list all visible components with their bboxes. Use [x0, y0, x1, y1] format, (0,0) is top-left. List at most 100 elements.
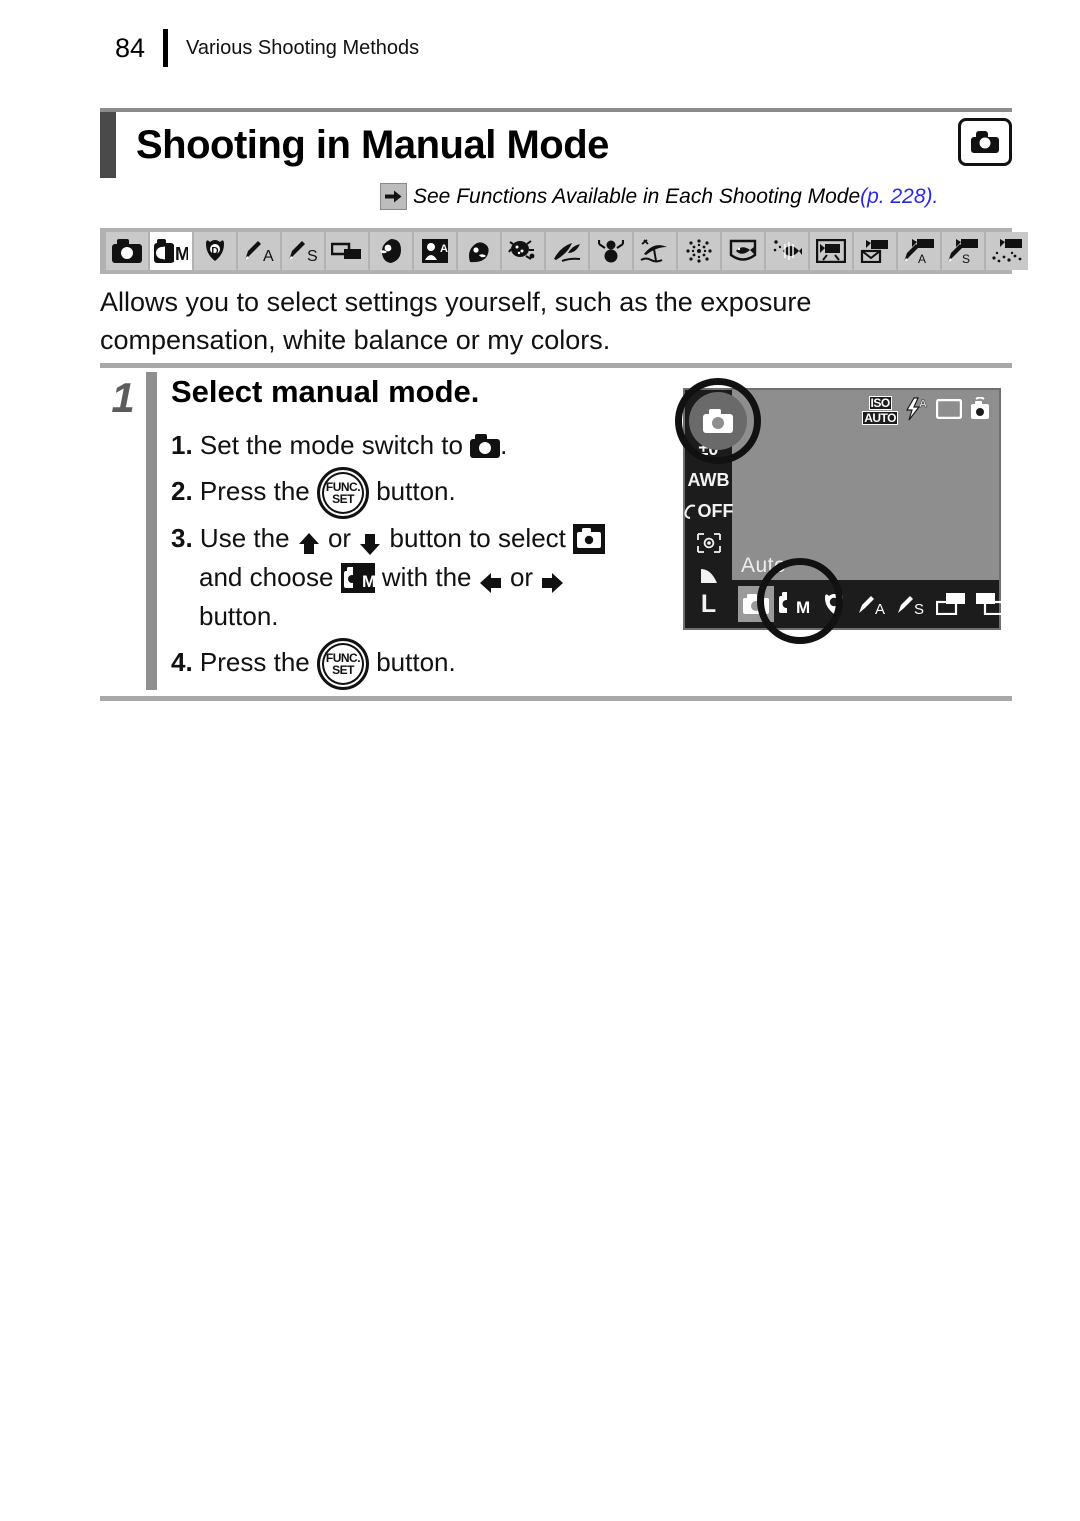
metering-mode-icon[interactable]: [696, 527, 722, 558]
mode-tile-manual-cm-icon[interactable]: M: [150, 232, 192, 270]
substep-3-number: 3.: [171, 523, 193, 554]
title-row: Shooting in Manual Mode: [100, 112, 1012, 178]
lcd-mode-stitch-right-icon[interactable]: [972, 586, 1008, 622]
mode-tile-night-snapshot-icon[interactable]: A: [414, 232, 456, 270]
svg-text:A: A: [440, 243, 448, 255]
arrow-right-icon: [540, 567, 564, 594]
camera-icon: [470, 430, 501, 458]
manual-cm-icon: M: [340, 563, 376, 594]
image-size-icon[interactable]: L: [701, 589, 716, 620]
func-set-line2: SET: [332, 492, 354, 507]
arrow-up-icon: [297, 528, 321, 555]
select-camera-icon: [573, 524, 606, 555]
svg-text:A: A: [919, 398, 927, 410]
lcd-mode-manual-cm-icon[interactable]: M: [777, 586, 813, 622]
substep-4-text-after: button.: [368, 647, 456, 678]
substep-3c-text: button.: [199, 601, 279, 632]
intro-paragraph: Allows you to select settings yourself, …: [100, 287, 812, 355]
mode-tile-movie-compact-icon[interactable]: [854, 232, 896, 270]
mode-tile-aquarium-icon[interactable]: [722, 232, 764, 270]
cross-reference-page-link[interactable]: (p. 228).: [860, 185, 938, 209]
substep-3b-middle-1: with the: [374, 562, 479, 593]
substep-2-text-before: Press the: [199, 476, 317, 506]
lcd-mode-bar: M A S: [732, 580, 1005, 628]
iso-label: ISO: [868, 396, 892, 410]
arrow-down-icon: [358, 528, 382, 556]
substep-4: 4. Press the FUNC. SET button.: [171, 636, 1012, 691]
mode-tile-movie-color-swap-icon[interactable]: S: [942, 232, 984, 270]
my-colors-off-icon[interactable]: OFF: [684, 496, 734, 527]
title-accent-bar: [100, 112, 116, 178]
compression-quality-icon[interactable]: [697, 558, 721, 589]
substep-1-text-before: Set the mode switch to: [199, 430, 471, 460]
camera-shake-warning-icon: [969, 396, 991, 426]
mode-tile-kids-and-pets-icon[interactable]: [458, 232, 500, 270]
section-title: Various Shooting Methods: [186, 37, 420, 59]
manual-page: 84 Various Shooting Methods Shooting in …: [0, 0, 1080, 1521]
mode-tile-auto-camera-icon[interactable]: [106, 232, 148, 270]
lcd-mode-stitch-left-icon[interactable]: [933, 586, 969, 622]
substep-4-text-before: Press the: [199, 647, 317, 678]
header-divider: [163, 29, 169, 67]
lcd-screen-illustration: ±0 AWB OFF L ISO AUTO A Auto M A S: [675, 378, 1005, 644]
step-number: 1: [111, 374, 135, 421]
step-bottom-rule: [100, 696, 1012, 702]
arrow-right-icon: [380, 183, 407, 210]
substep-1-text-after: .: [500, 430, 508, 460]
substep-1-number: 1.: [171, 430, 193, 460]
func-set-button[interactable]: FUNC. SET: [316, 467, 369, 520]
iso-value: AUTO: [862, 411, 898, 425]
substep-3b-text-before: and choose: [199, 562, 341, 593]
svg-text:M: M: [796, 598, 810, 616]
svg-text:S: S: [307, 248, 318, 264]
substep-3-middle-1: or: [320, 523, 359, 554]
page-number: 84: [115, 32, 146, 63]
page-title: Shooting in Manual Mode: [136, 122, 609, 167]
substep-3-text-before: Use the: [199, 523, 297, 554]
substep-3b-middle-2: or: [502, 562, 541, 593]
white-balance-icon[interactable]: AWB: [688, 465, 730, 496]
svg-text:A: A: [263, 248, 274, 264]
mode-tile-digital-macro-icon[interactable]: D: [194, 232, 236, 270]
mode-tile-foliage-icon[interactable]: [546, 232, 588, 270]
mode-tile-shutter-priority-a-icon[interactable]: A: [238, 232, 280, 270]
step-accent-bar: [146, 372, 157, 691]
mode-tile-beach-icon[interactable]: [634, 232, 676, 270]
iso-auto-icon: ISO AUTO: [862, 396, 898, 426]
mode-tile-indoor-icon[interactable]: [502, 232, 544, 270]
mode-tile-fireworks-icon[interactable]: [678, 232, 720, 270]
mode-tile-shutter-priority-s-icon[interactable]: S: [282, 232, 324, 270]
image-size-label: L: [700, 590, 717, 618]
flash-auto-icon: A: [905, 396, 929, 426]
svg-text:S: S: [962, 252, 970, 264]
cross-reference[interactable]: See Functions Available in Each Shooting…: [380, 183, 938, 210]
mode-tile-portrait-icon[interactable]: [370, 232, 412, 270]
mode-tile-snow-icon[interactable]: [590, 232, 632, 270]
svg-text:M: M: [175, 244, 188, 263]
lcd-mode-label: Auto: [741, 554, 787, 577]
svg-text:M: M: [362, 572, 375, 591]
substep-2-text-after: button.: [368, 476, 456, 506]
drive-single-icon: [935, 398, 963, 424]
lcd-mode-digital-macro-icon[interactable]: [816, 586, 852, 622]
step-top-rule: [100, 363, 1012, 368]
mode-tile-movie-standard-icon[interactable]: [810, 232, 852, 270]
mode-tile-underwater-icon[interactable]: [766, 232, 808, 270]
mode-tile-stitch-assist-icon[interactable]: [326, 232, 368, 270]
running-header: 84 Various Shooting Methods: [115, 28, 419, 68]
func-set-button[interactable]: FUNC. SET: [316, 638, 369, 691]
lcd-mode-s-icon[interactable]: S: [894, 586, 930, 622]
svg-text:A: A: [918, 252, 926, 264]
shooting-mode-strip: M D A S A A S: [100, 228, 1028, 274]
svg-text:A: A: [875, 601, 885, 616]
svg-text:D: D: [211, 246, 218, 257]
mode-tile-movie-color-accent-icon[interactable]: A: [898, 232, 940, 270]
func-set-line2: SET: [332, 663, 354, 678]
my-colors-label: OFF: [697, 501, 734, 521]
lcd-mode-auto-icon[interactable]: [738, 586, 774, 622]
substep-2-number: 2.: [171, 476, 193, 506]
mode-tile-movie-time-lapse-icon[interactable]: [986, 232, 1028, 270]
lcd-mode-a-icon[interactable]: A: [855, 586, 891, 622]
mode-switch-callout-circle: [675, 378, 761, 464]
svg-text:S: S: [914, 601, 924, 616]
